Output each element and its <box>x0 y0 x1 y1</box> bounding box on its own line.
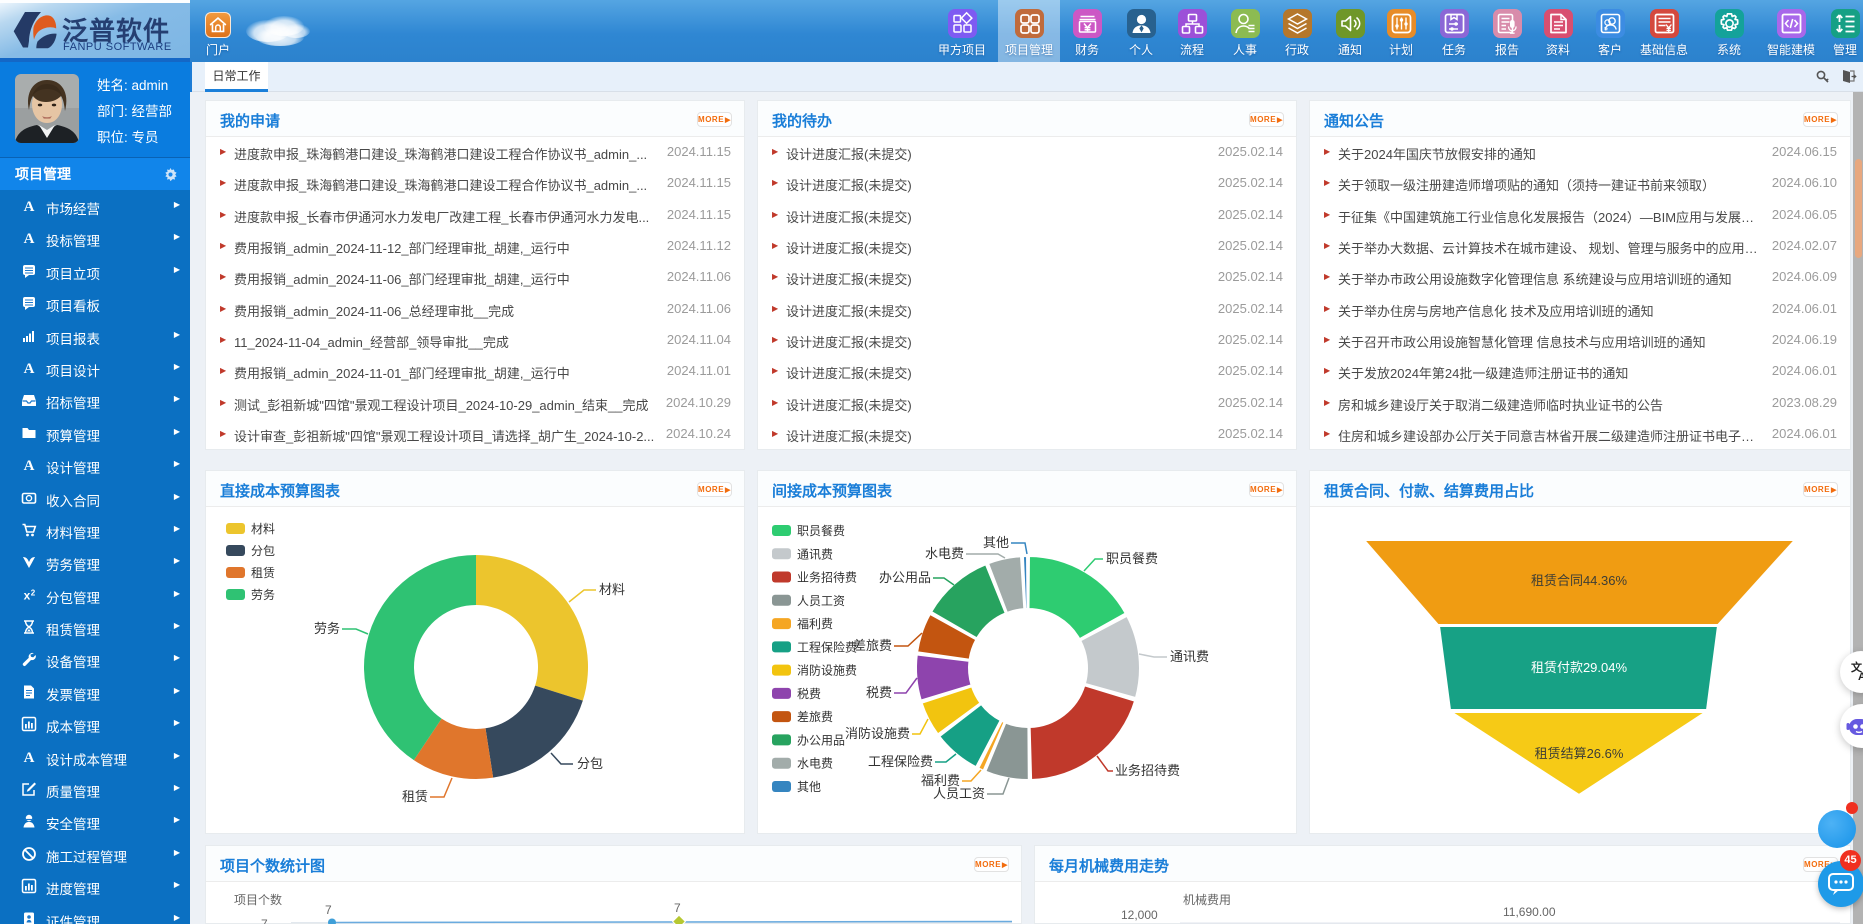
svg-text:福利费: 福利费 <box>797 616 833 631</box>
svg-text:A: A <box>24 231 35 246</box>
svg-text:通讯费: 通讯费 <box>797 547 833 561</box>
svg-text:业务招待费: 业务招待费 <box>797 570 857 585</box>
svg-text:材料: 材料 <box>251 522 275 536</box>
svg-text:职员餐费: 职员餐费 <box>1106 551 1158 566</box>
svg-text:租赁结算26.6%: 租赁结算26.6% <box>1535 746 1624 761</box>
svg-text:分包: 分包 <box>577 756 603 771</box>
svg-text:x: x <box>24 588 31 602</box>
svg-text:人员工资: 人员工资 <box>797 594 845 608</box>
svg-text:劳务: 劳务 <box>251 587 275 602</box>
svg-text:租赁合同44.36%: 租赁合同44.36% <box>1531 573 1628 588</box>
svg-text:消防设施费: 消防设施费 <box>845 726 910 741</box>
svg-text:材料: 材料 <box>599 582 625 597</box>
svg-text:A: A <box>24 750 35 765</box>
svg-text:工程保险费: 工程保险费 <box>868 754 933 769</box>
svg-text:福利费: 福利费 <box>921 773 960 788</box>
svg-text:税费: 税费 <box>866 685 892 700</box>
svg-text:其他: 其他 <box>797 780 821 794</box>
svg-text:租赁付款29.04%: 租赁付款29.04% <box>1531 660 1628 675</box>
svg-text:2: 2 <box>31 588 36 597</box>
svg-text:租赁: 租赁 <box>402 789 428 804</box>
svg-text:水电费: 水电费 <box>797 757 833 771</box>
svg-text:差旅费: 差旅费 <box>853 638 892 653</box>
svg-text:劳务: 劳务 <box>314 621 340 636</box>
svg-text:其他: 其他 <box>983 535 1009 550</box>
svg-text:水电费: 水电费 <box>925 546 964 561</box>
svg-text:分包: 分包 <box>251 544 275 558</box>
svg-text:办公用品: 办公用品 <box>797 732 845 747</box>
svg-text:A: A <box>1858 671 1863 683</box>
svg-text:税费: 税费 <box>797 687 821 701</box>
svg-text:A: A <box>24 199 35 214</box>
svg-text:差旅费: 差旅费 <box>797 710 833 724</box>
svg-text:职员餐费: 职员餐费 <box>797 523 845 538</box>
svg-text:A: A <box>24 361 35 376</box>
svg-text:A: A <box>24 458 35 473</box>
svg-text:业务招待费: 业务招待费 <box>1115 763 1180 778</box>
svg-text:通讯费: 通讯费 <box>1170 649 1209 664</box>
svg-text:消防设施费: 消防设施费 <box>797 663 857 678</box>
svg-text:人员工资: 人员工资 <box>933 786 985 801</box>
svg-text:租赁: 租赁 <box>251 566 275 580</box>
svg-text:工程保险费: 工程保险费 <box>797 639 857 654</box>
svg-text:办公用品: 办公用品 <box>879 570 931 585</box>
